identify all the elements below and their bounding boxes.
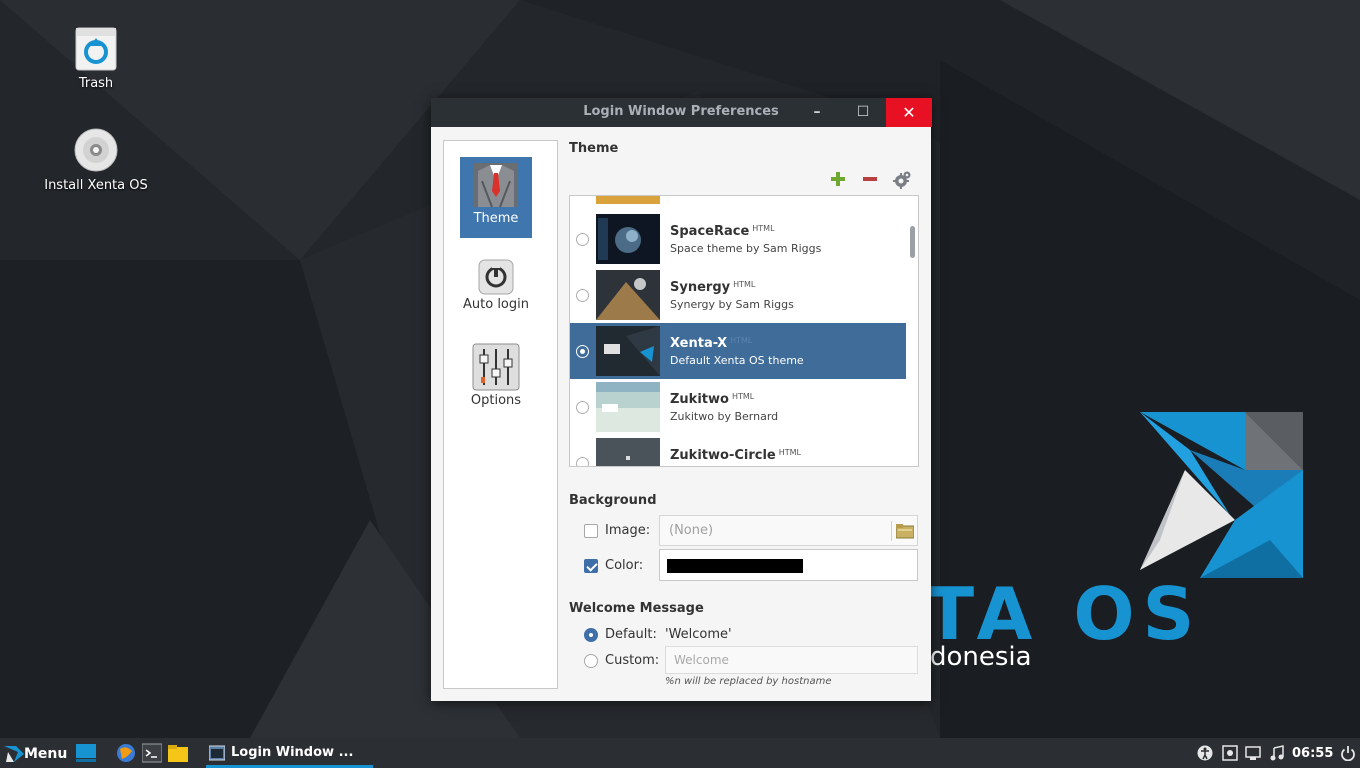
folder-icon[interactable]	[895, 523, 915, 543]
theme-radio[interactable]	[576, 401, 589, 414]
desktop-icon-label: Install Xenta OS	[44, 178, 148, 193]
custom-welcome-label: Custom:	[605, 653, 660, 668]
theme-name: SpaceRace HTML	[670, 224, 775, 239]
disc-icon	[72, 126, 120, 174]
background-section-title: Background	[569, 493, 657, 508]
image-file-chooser[interactable]: (None)	[659, 515, 918, 546]
sliders-icon	[472, 343, 520, 391]
menu-label: Menu	[24, 746, 68, 762]
maximize-button[interactable]: ☐	[840, 98, 886, 127]
suit-icon	[472, 161, 520, 209]
sidebar-item-theme[interactable]: Theme	[460, 157, 532, 238]
custom-welcome-radio[interactable]	[584, 654, 598, 668]
taskbar: Menu Login Window ... 06:55	[0, 738, 1360, 768]
trash-icon	[72, 24, 120, 72]
theme-radio[interactable]	[576, 457, 589, 466]
theme-radio[interactable]	[576, 345, 589, 358]
show-desktop-icon[interactable]	[76, 744, 96, 766]
image-checkbox[interactable]	[584, 524, 598, 538]
web-browser-icon[interactable]	[116, 743, 136, 767]
list-item[interactable]: Synergy HTML Synergy by Sam Riggs	[570, 267, 906, 323]
theme-thumbnail	[596, 270, 660, 320]
theme-tag: HTML	[731, 392, 755, 401]
sidebar-item-label: Auto login	[463, 297, 529, 312]
theme-tag: HTML	[733, 280, 756, 289]
list-item[interactable]	[570, 196, 906, 207]
theme-description: Synergy by Sam Riggs	[670, 298, 794, 311]
theme-list[interactable]: SpaceRace HTML Space theme by Sam Riggs S…	[569, 195, 919, 467]
add-icon[interactable]	[829, 170, 847, 191]
login-window-preferences-dialog: Login Window Preferences – ☐ ✕ Theme Aut…	[431, 98, 932, 701]
theme-radio[interactable]	[576, 289, 589, 302]
power-menu-icon[interactable]	[1340, 745, 1356, 765]
list-item[interactable]: Zukitwo HTML Zukitwo by Bernard	[570, 379, 906, 435]
file-manager-icon[interactable]	[168, 743, 188, 767]
default-welcome-radio[interactable]	[584, 628, 598, 642]
gear-icon[interactable]	[892, 170, 912, 193]
color-label: Color:	[605, 558, 644, 573]
xenta-logo-icon	[4, 744, 24, 768]
desktop-icon-label: Trash	[78, 76, 114, 91]
list-item[interactable]: Xenta-X HTML Default Xenta OS theme	[570, 323, 906, 379]
default-welcome-value: 'Welcome'	[665, 627, 732, 642]
terminal-icon[interactable]	[141, 743, 163, 767]
clock[interactable]: 06:55	[1292, 746, 1333, 761]
theme-name: Zukitwo HTML	[670, 392, 755, 407]
scrollbar-thumb[interactable]	[910, 226, 915, 258]
window-titlebar[interactable]: Login Window Preferences – ☐ ✕	[431, 98, 932, 127]
list-item[interactable]: Zukitwo-Circle HTML	[570, 435, 906, 466]
theme-tag: HTML	[730, 336, 753, 345]
color-checkbox[interactable]	[584, 559, 598, 573]
sidebar-item-label: Options	[470, 393, 522, 408]
network-icon[interactable]	[1245, 745, 1261, 765]
theme-list-scrollbar[interactable]	[908, 196, 918, 466]
screenshot-icon[interactable]	[1222, 745, 1238, 765]
file-chooser-separator	[891, 521, 892, 541]
task-label: Login Window ...	[231, 745, 354, 760]
taskbar-item-login-window[interactable]: Login Window ...	[206, 738, 373, 768]
power-icon	[478, 259, 514, 295]
theme-thumbnail	[596, 438, 660, 466]
volume-icon[interactable]	[1269, 745, 1285, 765]
image-label: Image:	[605, 523, 651, 538]
close-button[interactable]: ✕	[886, 98, 932, 127]
default-welcome-label: Default:	[605, 627, 657, 642]
theme-thumbnail	[596, 196, 660, 204]
sidebar-item-label: Theme	[473, 211, 519, 226]
wallpaper-brand-subtitle: donesia	[930, 642, 1032, 672]
category-sidebar: Theme Auto login Options	[443, 140, 558, 689]
sidebar-item-auto-login[interactable]: Auto login	[460, 255, 532, 317]
welcome-section-title: Welcome Message	[569, 601, 704, 616]
remove-icon[interactable]	[861, 170, 879, 191]
window-app-icon	[208, 745, 226, 765]
image-file-value: (None)	[669, 523, 714, 538]
theme-thumbnail	[596, 214, 660, 264]
accessibility-icon[interactable]	[1197, 745, 1213, 765]
desktop-icon-install-xenta-os[interactable]: Install Xenta OS	[36, 126, 156, 193]
welcome-hint: %n will be replaced by hostname	[665, 676, 832, 687]
theme-description: Default Xenta OS theme	[670, 354, 804, 367]
theme-name: Synergy HTML	[670, 280, 756, 295]
theme-name: Xenta-X HTML	[670, 336, 753, 351]
theme-toolbar	[829, 170, 919, 190]
desktop-icon-trash[interactable]: Trash	[36, 24, 156, 91]
list-item[interactable]: SpaceRace HTML Space theme by Sam Riggs	[570, 211, 906, 267]
theme-description: Space theme by Sam Riggs	[670, 242, 822, 255]
theme-radio[interactable]	[576, 233, 589, 246]
sidebar-item-options[interactable]: Options	[460, 339, 532, 411]
menu-button[interactable]: Menu	[4, 738, 74, 768]
theme-description: Zukitwo by Bernard	[670, 410, 779, 423]
theme-thumbnail	[596, 382, 660, 432]
theme-name: Zukitwo-Circle HTML	[670, 448, 801, 463]
wallpaper-brand-letters: TA OS	[925, 572, 1203, 656]
theme-thumbnail	[596, 326, 660, 376]
minimize-button[interactable]: –	[794, 98, 840, 127]
color-picker-button[interactable]	[659, 549, 918, 581]
theme-tag: HTML	[778, 448, 801, 457]
theme-tag: HTML	[752, 224, 775, 233]
custom-welcome-input[interactable]: Welcome	[665, 646, 918, 674]
color-swatch	[667, 559, 803, 573]
theme-section-title: Theme	[569, 141, 619, 156]
